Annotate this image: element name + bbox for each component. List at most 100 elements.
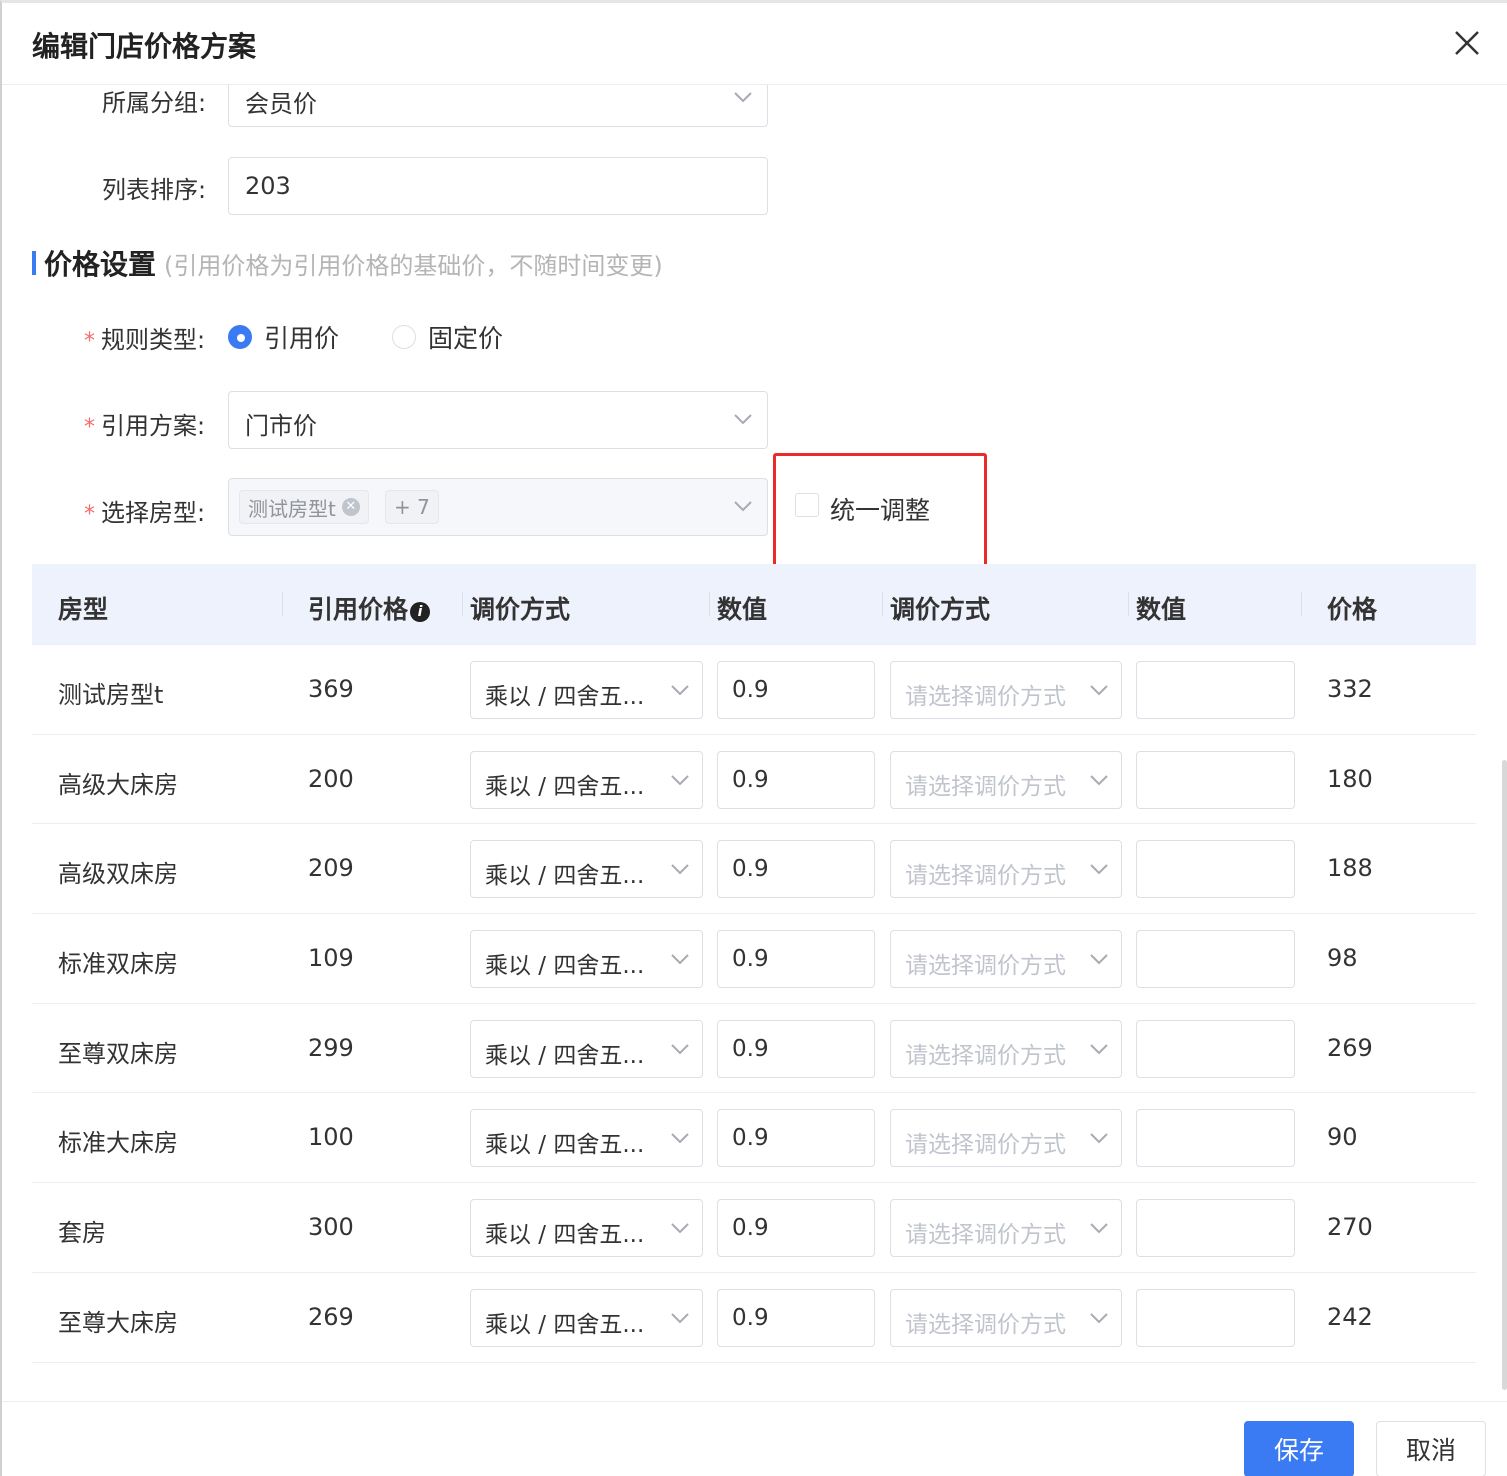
tag-close-icon[interactable]: ✕ [341,498,360,516]
adjust-method-2-placeholder: 请选择调价方式 [905,684,1066,710]
adjust-method-2-select[interactable]: 请选择调价方式 [890,1109,1122,1168]
adjust-method-2-placeholder: 请选择调价方式 [905,1222,1066,1249]
adjust-method-2-select[interactable]: 请选择调价方式 [890,840,1122,899]
adjust-method-2-select[interactable]: 请选择调价方式 [890,661,1122,719]
th-value-1: 数值 [717,595,768,624]
table-row: 标准大床房 100 乘以 / 四舍五... 0.9 请选择调价方式 90 [32,1092,1476,1182]
chevron-down-icon [1090,685,1108,696]
chevron-down-icon [671,774,689,786]
room-type-more-tag: + 7 [385,490,439,524]
section-title: 价格设置 [44,248,157,281]
unify-adjust-checkbox[interactable] [795,493,819,517]
ref-plan-select[interactable]: 门市价 [228,391,768,449]
room-name-cell: 至尊大床房 [58,1308,178,1337]
adjust-method-select[interactable]: 乘以 / 四舍五... [470,1199,703,1258]
table-row: 测试房型t 369 乘以 / 四舍五... 0.9 请选择调价方式 332 [32,644,1476,734]
column-divider [462,592,463,616]
table-row: 至尊双床房 299 乘以 / 四舍五... 0.9 请选择调价方式 269 [32,1002,1476,1093]
final-price-cell: 242 [1327,1302,1373,1331]
info-icon[interactable]: i [410,602,431,622]
adjust-method-2-select[interactable]: 请选择调价方式 [890,1288,1122,1347]
adjust-value: 0.9 [732,1035,769,1062]
room-type-multiselect[interactable]: 测试房型t ✕ + 7 [228,478,768,536]
adjust-value-2-input[interactable] [1136,1109,1295,1168]
adjust-value-2-input[interactable] [1136,1288,1295,1347]
adjust-method-2-select[interactable]: 请选择调价方式 [890,1199,1122,1258]
adjust-value-2-input[interactable] [1136,930,1295,989]
chevron-down-icon [1090,1223,1108,1234]
radio-reference-price[interactable]: 引用价 [228,319,339,355]
adjust-method-2-placeholder: 请选择调价方式 [905,1132,1066,1159]
adjust-value-input[interactable]: 0.9 [717,1199,875,1258]
adjust-value-input[interactable]: 0.9 [717,1109,875,1168]
ref-plan-label-text: 引用方案: [101,412,206,440]
adjust-method-select[interactable]: 乘以 / 四舍五... [470,661,703,719]
adjust-method-select[interactable]: 乘以 / 四舍五... [470,840,703,899]
radio-fixed-price[interactable]: 固定价 [392,319,503,355]
th-price: 价格 [1327,595,1378,624]
chevron-down-icon [671,954,689,965]
adjust-method-2-placeholder: 请选择调价方式 [905,953,1066,980]
final-price-cell: 332 [1327,675,1373,703]
save-button[interactable]: 保存 [1244,1421,1354,1476]
adjust-value-2-input[interactable] [1136,1199,1295,1258]
scrollbar[interactable] [1502,760,1507,1390]
radio-checked-icon [228,325,252,349]
th-ref-price-label: 引用价格 [308,595,409,624]
adjust-value-2-input[interactable] [1136,750,1295,809]
adjust-value-input[interactable]: 0.9 [717,930,875,989]
th-value-2: 数值 [1136,595,1187,624]
adjust-value: 0.9 [732,1215,769,1242]
adjust-method-value: 乘以 / 四舍五... [485,1311,645,1338]
adjust-method-2-select[interactable]: 请选择调价方式 [890,930,1122,989]
adjust-value-input[interactable]: 0.9 [717,840,875,899]
adjust-value-2-input[interactable] [1136,661,1295,719]
column-divider [882,592,883,616]
adjust-method-select[interactable]: 乘以 / 四舍五... [470,930,703,989]
adjust-method-2-select[interactable]: 请选择调价方式 [890,750,1122,809]
room-name-cell: 套房 [58,1219,106,1248]
adjust-value: 0.9 [732,766,769,793]
ref-price-cell: 369 [308,675,354,703]
adjust-method-2-placeholder: 请选择调价方式 [905,773,1066,800]
column-divider [709,592,710,616]
adjust-method-2-select[interactable]: 请选择调价方式 [890,1019,1122,1078]
chevron-down-icon [734,92,752,103]
adjust-value: 0.9 [732,1304,769,1331]
column-divider [1301,592,1302,616]
ref-plan-select-value: 门市价 [245,412,317,440]
section-subtitle: (引用价格为引用价格的基础价，不随时间变更) [164,251,663,280]
radio-fixed-price-label: 固定价 [428,324,504,353]
adjust-value: 0.9 [732,946,769,973]
room-name-cell: 高级大床房 [58,770,178,799]
adjust-value-input[interactable]: 0.9 [717,1288,875,1347]
adjust-value: 0.9 [732,677,769,703]
adjust-method-select[interactable]: 乘以 / 四舍五... [470,1019,703,1078]
unify-adjust-label: 统一调整 [830,496,931,525]
table-header: 房型 引用价格 i 调价方式 数值 调价方式 数值 价格 [32,564,1476,644]
adjust-method-select[interactable]: 乘以 / 四舍五... [470,1288,703,1347]
ref-price-cell: 269 [308,1302,354,1331]
room-name-cell: 标准大床房 [58,1129,178,1158]
chevron-down-icon [671,1313,689,1324]
adjust-value-2-input[interactable] [1136,840,1295,899]
adjust-value-input[interactable]: 0.9 [717,1019,875,1078]
dialog-header: 编辑门店价格方案 [2,3,1507,85]
price-section-header: 价格设置 (引用价格为引用价格的基础价，不随时间变更) [32,247,663,281]
adjust-value-2-input[interactable] [1136,1019,1295,1078]
chevron-down-icon [671,1044,689,1055]
th-method-2: 调价方式 [890,595,991,624]
adjust-method-select[interactable]: 乘以 / 四舍五... [470,1109,703,1168]
close-icon[interactable] [1451,27,1483,59]
adjust-method-value: 乘以 / 四舍五... [485,1222,645,1249]
adjust-value-input[interactable]: 0.9 [717,661,875,719]
adjust-value: 0.9 [732,856,769,883]
final-price-cell: 270 [1327,1213,1373,1242]
sort-input[interactable]: 203 [228,157,768,215]
cancel-button[interactable]: 取消 [1376,1421,1486,1476]
adjust-value-input[interactable]: 0.9 [717,750,875,809]
adjust-method-value: 乘以 / 四舍五... [485,684,645,710]
final-price-cell: 188 [1327,854,1373,883]
adjust-method-select[interactable]: 乘以 / 四舍五... [470,750,703,809]
dialog-footer: 保存 取消 [2,1401,1507,1476]
